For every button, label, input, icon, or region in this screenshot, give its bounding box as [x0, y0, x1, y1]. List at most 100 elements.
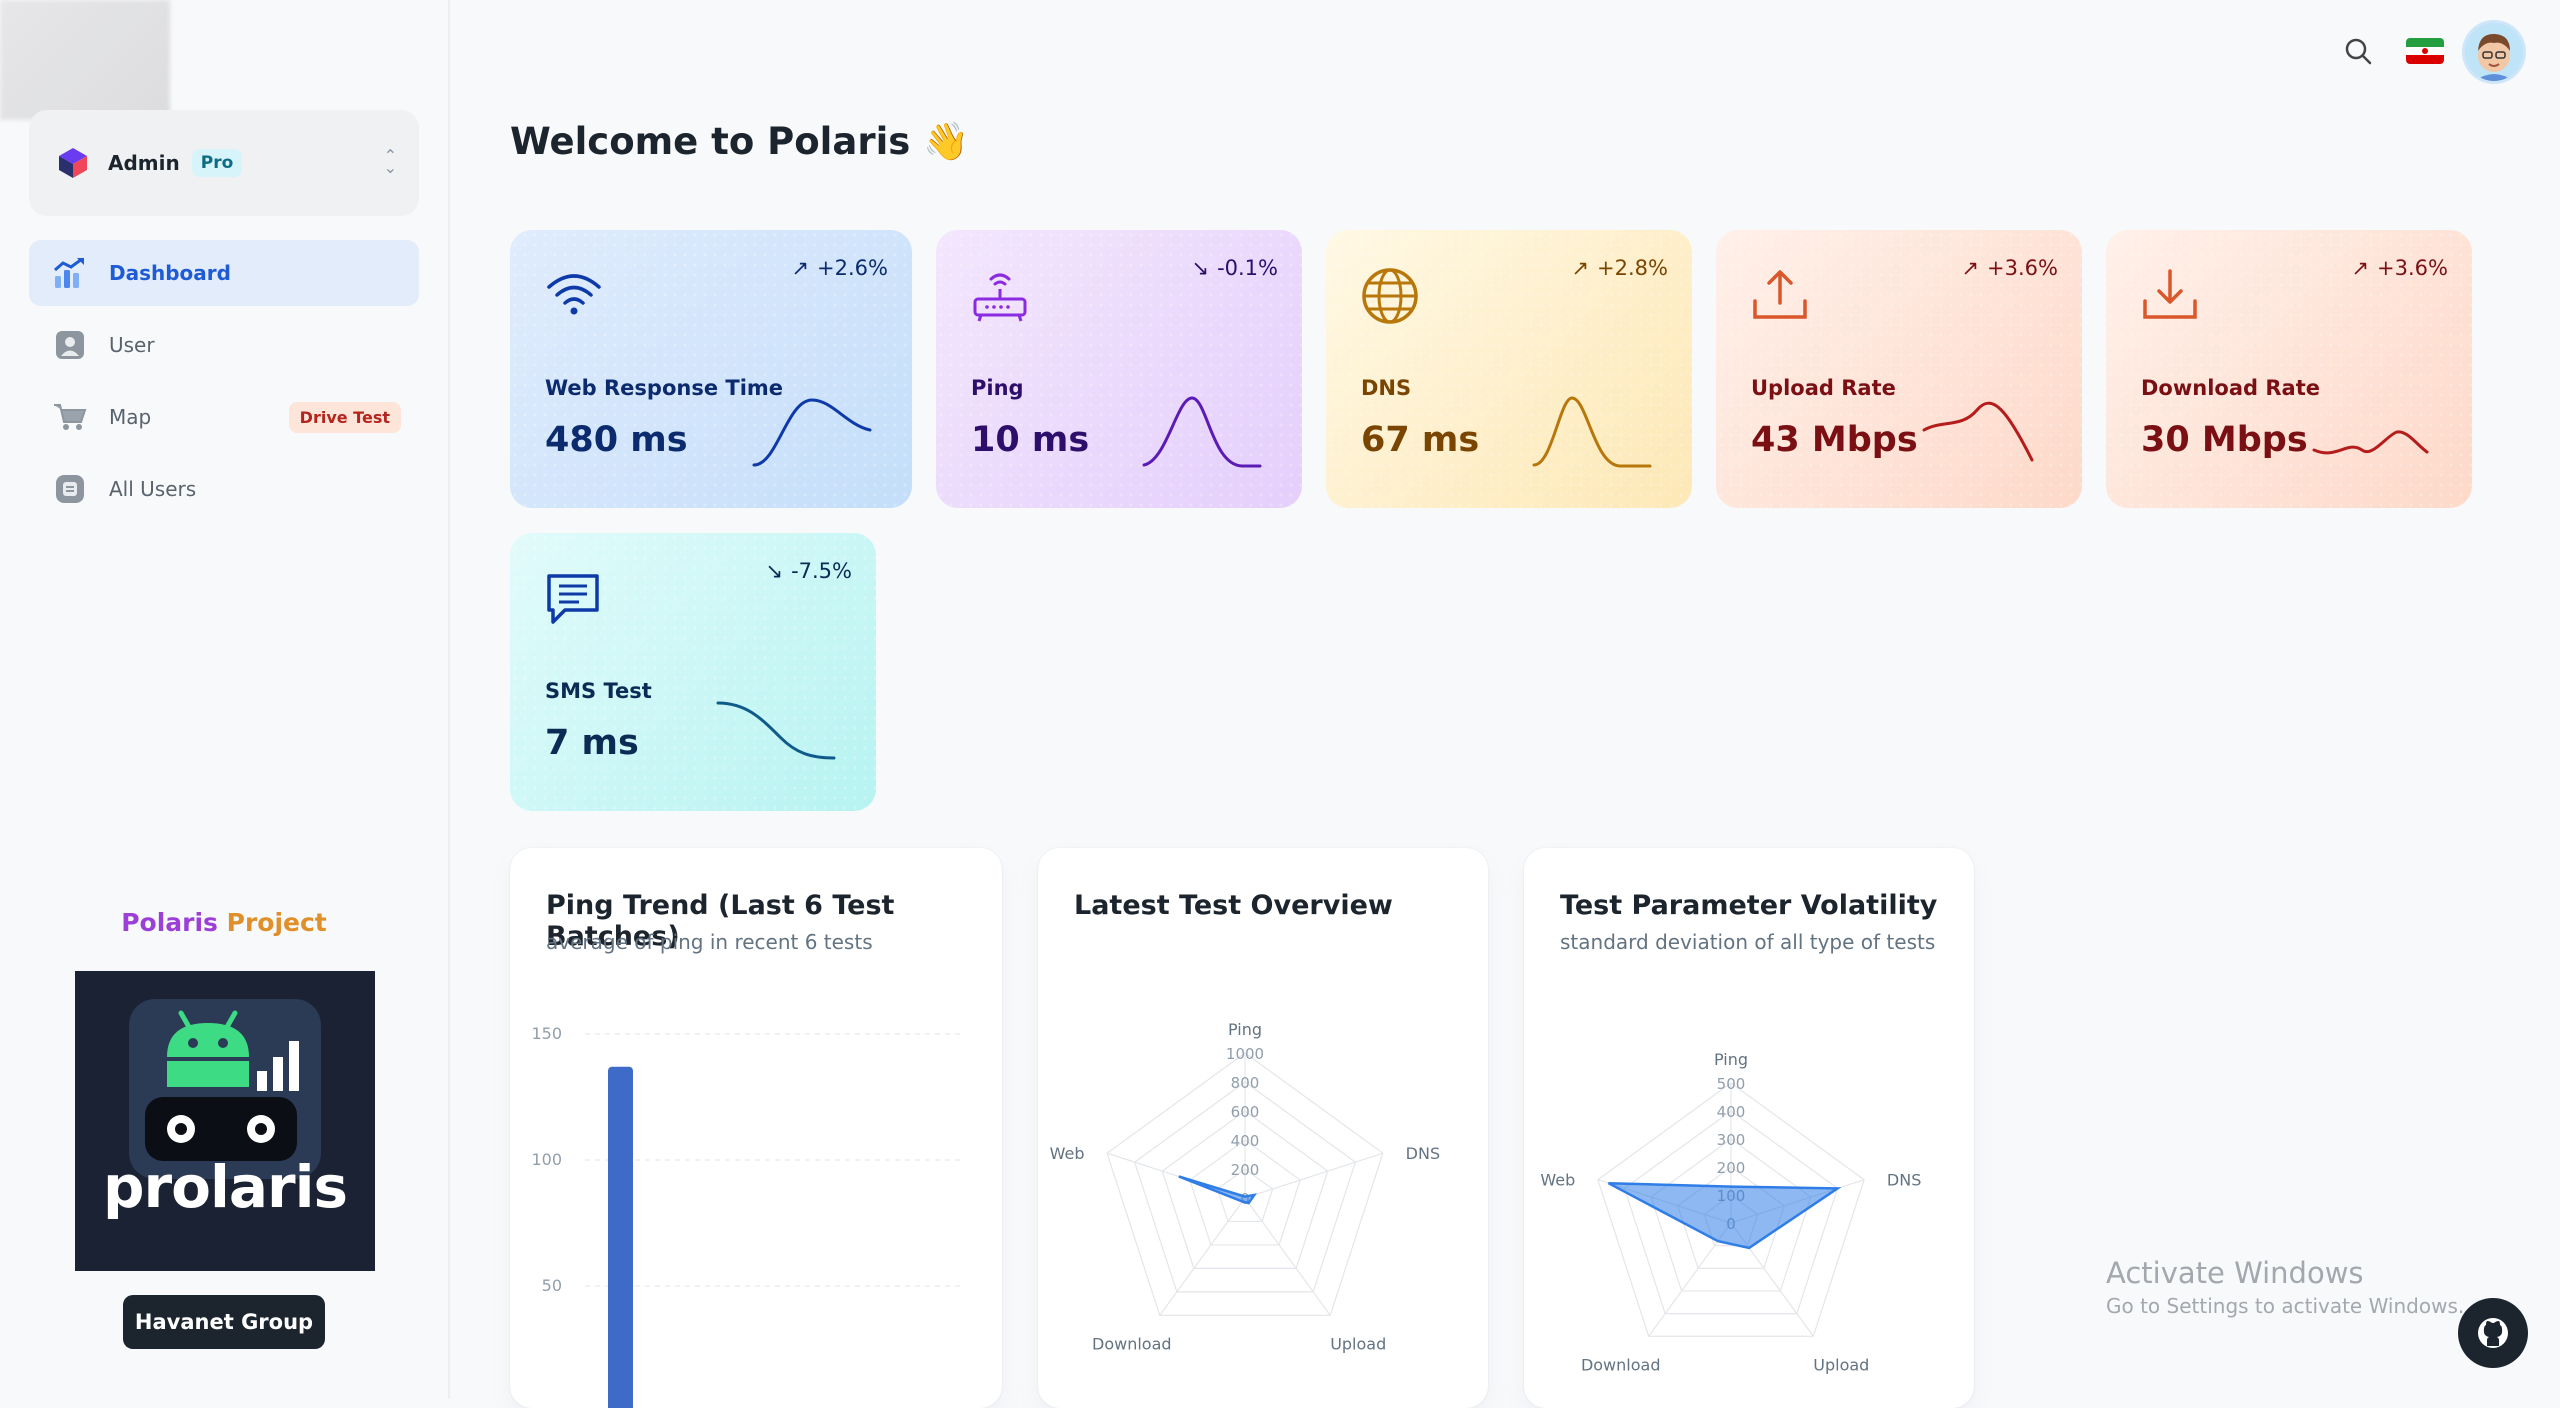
trend-indicator: ↗ +3.6%: [1961, 256, 2058, 280]
app-logo-tile: prolaris: [75, 971, 375, 1271]
download-icon: [2143, 269, 2197, 319]
ping-trend-panel: Ping Trend (Last 6 Test Batches) average…: [510, 848, 1002, 1408]
trend-up-icon: ↗: [1961, 256, 1980, 280]
blurred-logo: [0, 0, 170, 120]
radar-axis-label: Download: [1581, 1355, 1661, 1374]
sidebar-item-user[interactable]: User: [29, 312, 419, 378]
sidebar-item-map[interactable]: Map Drive Test: [29, 384, 419, 450]
sidebar-item-label: Dashboard: [109, 261, 231, 285]
volatility-panel: Test Parameter Volatility standard devia…: [1524, 848, 1974, 1408]
trend-indicator: ↗ +2.6%: [791, 256, 888, 280]
volatility-radar-chart: 5004003002001000PingDNSUploadDownloadWeb: [1540, 1050, 1921, 1374]
trend-up-icon: ↗: [1571, 256, 1590, 280]
trend-value: -7.5%: [791, 559, 852, 583]
trend-value: +2.8%: [1597, 256, 1668, 280]
radar-tick-label: 400: [1231, 1132, 1260, 1150]
radar-axis-label: Upload: [1813, 1355, 1869, 1374]
ping-trend-chart: 150 100 50: [531, 1024, 965, 1408]
trend-down-icon: ↘: [1191, 256, 1210, 280]
stat-card-sms[interactable]: ↘ -7.5% SMS Test 7 ms: [510, 533, 876, 811]
radar-axis-label: Ping: [1714, 1050, 1748, 1069]
trend-value: -0.1%: [1217, 256, 1278, 280]
radar-tick-label: 500: [1717, 1075, 1746, 1093]
havanet-group-button[interactable]: Havanet Group: [123, 1295, 325, 1349]
trend-value: +2.6%: [817, 256, 888, 280]
github-button[interactable]: [2458, 1298, 2528, 1368]
trend-value: +3.6%: [1987, 256, 2058, 280]
radar-tick-label: 1000: [1226, 1045, 1264, 1063]
chevron-up-down-icon: ⌃ ⌄: [383, 146, 397, 177]
project-title-part1: Polaris: [121, 908, 227, 937]
avatar[interactable]: [2462, 20, 2526, 84]
card-label: Ping: [971, 376, 1024, 400]
radar-tick-label: 200: [1717, 1159, 1746, 1177]
globe-icon: [1362, 268, 1418, 324]
card-value: 10 ms: [971, 420, 1090, 460]
radar-axis-label: Download: [1092, 1334, 1172, 1353]
upload-icon: [1753, 270, 1807, 319]
radar-spoke: [1244, 1152, 1384, 1199]
radar-tick-label: 600: [1231, 1103, 1260, 1121]
card-value: 7 ms: [545, 723, 639, 763]
radar-axis-label: Web: [1540, 1171, 1575, 1190]
radar-axis-label: Web: [1050, 1144, 1085, 1163]
sparkline: [1532, 396, 1652, 468]
sparkline: [752, 398, 872, 467]
radar-spoke: [1244, 1197, 1331, 1316]
page-title-text: Welcome to Polaris: [510, 120, 911, 163]
trend-value: +3.6%: [2377, 256, 2448, 280]
user-icon: [53, 328, 87, 362]
stat-card-dns[interactable]: ↗ +2.8% DNS 67 ms: [1326, 230, 1692, 508]
stat-card-ping[interactable]: ↘ -0.1% Ping 10 ms: [936, 230, 1302, 508]
radar-series-area: [1607, 1181, 1842, 1250]
card-value: 43 Mbps: [1751, 420, 1918, 460]
stat-card-upload[interactable]: ↗ +3.6% Upload Rate 43 Mbps: [1716, 230, 2082, 508]
card-value: 480 ms: [545, 420, 688, 460]
card-label: Web Response Time: [545, 376, 784, 400]
trend-up-icon: ↗: [791, 256, 810, 280]
sidebar-item-label: All Users: [109, 477, 197, 501]
card-value: 30 Mbps: [2141, 420, 2308, 460]
stat-card-web-response[interactable]: ↗ +2.6% Web Response Time 480 ms: [510, 230, 912, 508]
y-tick-label: 150: [531, 1024, 562, 1043]
workspace-name: Admin: [108, 151, 180, 175]
card-value: 67 ms: [1361, 420, 1480, 460]
radar-tick-label: 300: [1717, 1131, 1746, 1149]
radar-spoke: [1159, 1197, 1246, 1316]
wave-emoji: 👋: [923, 120, 970, 163]
trend-down-icon: ↘: [765, 559, 784, 583]
watermark-line1: Activate Windows: [2106, 1256, 2364, 1290]
windows-activation-watermark: Activate Windows Go to Settings to activ…: [2106, 1256, 2464, 1318]
latest-test-radar-chart: 10008006004002000PingDNSUploadDownloadWe…: [1050, 1020, 1440, 1353]
cart-icon: [53, 400, 87, 434]
language-flag-icon[interactable]: [2406, 38, 2444, 64]
radar-tick-label: 400: [1717, 1103, 1746, 1121]
card-label: Upload Rate: [1751, 376, 1896, 400]
search-icon[interactable]: [2343, 36, 2373, 66]
wifi-icon: [547, 274, 601, 315]
chart-icon: [53, 256, 87, 290]
sparkline: [1142, 396, 1262, 468]
card-label: DNS: [1361, 376, 1412, 400]
trend-up-icon: ↗: [2351, 256, 2370, 280]
y-tick-label: 100: [531, 1150, 562, 1169]
sidebar-item-dashboard[interactable]: Dashboard: [29, 240, 419, 306]
sidebar-item-all-users[interactable]: All Users: [29, 456, 419, 522]
sidebar-nav: Dashboard User Map Drive Test All Users: [29, 240, 419, 528]
drive-test-badge: Drive Test: [288, 402, 401, 433]
stat-card-download[interactable]: ↗ +3.6% Download Rate 30 Mbps: [2106, 230, 2472, 508]
trend-indicator: ↗ +3.6%: [2351, 256, 2448, 280]
users-icon: [53, 472, 87, 506]
watermark-line2: Go to Settings to activate Windows.: [2106, 1294, 2465, 1318]
app-name: prolaris: [103, 1153, 348, 1221]
workspace-switcher[interactable]: Admin Pro ⌃ ⌄: [29, 110, 419, 216]
android-car-icon: [129, 999, 321, 1179]
radar-tick-label: 800: [1231, 1074, 1260, 1092]
latest-test-overview-panel: Latest Test Overview 10008006004002000Pi…: [1038, 848, 1488, 1408]
bar: [608, 1066, 633, 1408]
sidebar: Admin Pro ⌃ ⌄ Dashboard User Map Drive T…: [0, 0, 450, 1399]
trend-indicator: ↗ +2.8%: [1571, 256, 1668, 280]
card-label: Download Rate: [2141, 376, 2320, 400]
sidebar-item-label: Map: [109, 405, 152, 429]
sparkline: [1922, 401, 2034, 462]
